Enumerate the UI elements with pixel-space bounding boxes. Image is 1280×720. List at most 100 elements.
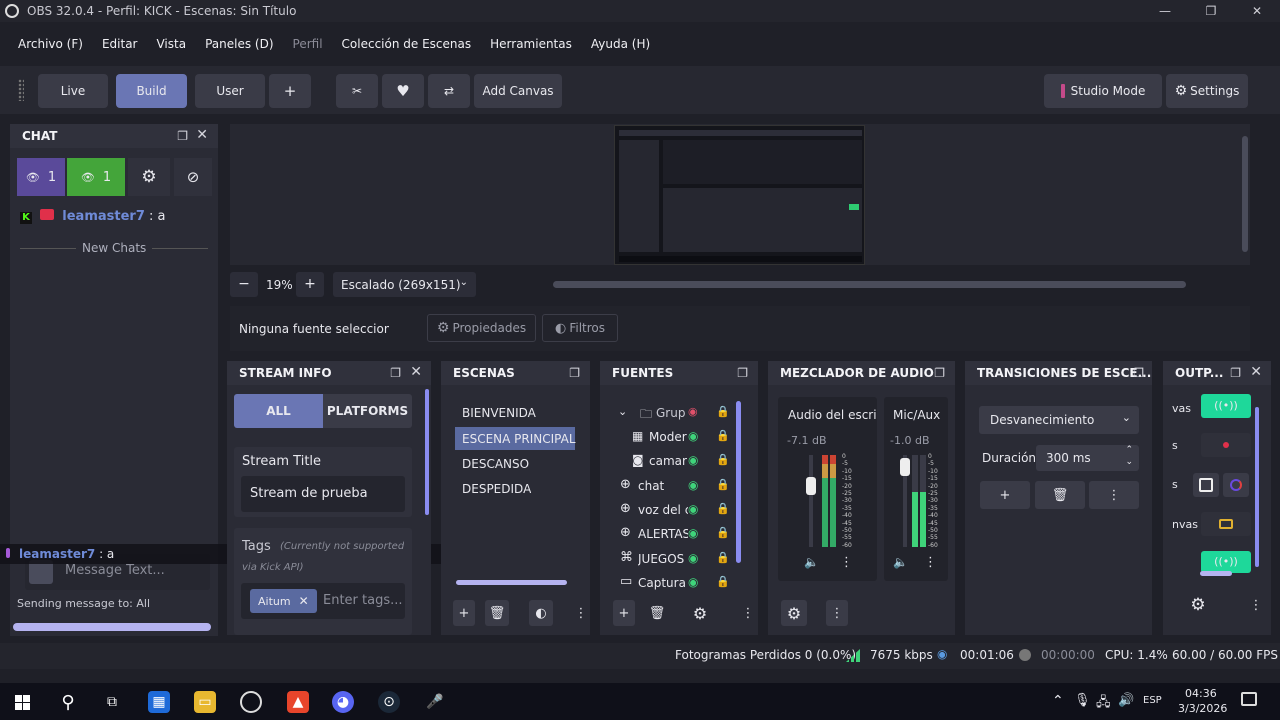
scale-dropdown[interactable]: Escalado (269x151) ⌄	[333, 272, 476, 297]
stream-info-scrollbar[interactable]	[425, 389, 429, 515]
source-item[interactable]: ◙ camara ◉ 🔒	[632, 453, 734, 471]
lock-icon[interactable]: 🔒	[716, 502, 730, 515]
lock-icon[interactable]: 🔒	[716, 429, 730, 442]
add-source-button[interactable]: +	[613, 600, 635, 626]
eye-icon[interactable]: ◉	[688, 429, 698, 443]
close-icon[interactable]: ✕	[410, 364, 422, 380]
transition-dropdown[interactable]: Desvanecimiento ⌄	[979, 406, 1139, 434]
menu-archivo[interactable]: Archivo (F)	[18, 37, 83, 51]
stepper-down-icon[interactable]: ⌄	[1125, 457, 1133, 467]
source-item[interactable]: ⌄ 🗀 Grupo ◉ 🔒	[618, 405, 734, 423]
brave-icon[interactable]: ▲	[287, 691, 309, 713]
transition-more-button[interactable]: ⋮	[1089, 481, 1139, 509]
scene-more-button[interactable]: ⋮	[573, 600, 589, 626]
lock-icon[interactable]: 🔒	[716, 405, 730, 418]
source-more-button[interactable]: ⋮	[740, 600, 756, 626]
eye-icon[interactable]: ◉	[688, 551, 698, 565]
microphone-app-icon[interactable]: 🎤	[424, 691, 446, 713]
studio-mode-button[interactable]: Studio Mode	[1044, 74, 1162, 108]
kebab-icon[interactable]: ⋮	[924, 555, 937, 570]
menu-paneles[interactable]: Paneles (D)	[205, 37, 273, 51]
maximize-button[interactable]: ❐	[1188, 0, 1234, 22]
menu-editar[interactable]: Editar	[102, 37, 138, 51]
volume-slider-handle[interactable]	[900, 458, 910, 476]
user-button[interactable]: User	[195, 74, 265, 108]
eye-icon[interactable]: ◉	[688, 453, 698, 467]
canvas-output-toggle[interactable]	[1201, 512, 1251, 536]
remove-scene-button[interactable]: 🗑	[485, 600, 509, 626]
settings-button[interactable]: ⚙ Settings	[1166, 74, 1248, 108]
source-item[interactable]: ⊕ voz del ch ◉ 🔒	[620, 501, 734, 520]
scissors-button[interactable]: ✂	[336, 74, 378, 108]
store-icon[interactable]: ▦	[148, 691, 170, 713]
scene-item[interactable]: DESPEDIDA	[462, 482, 531, 496]
menu-coleccion[interactable]: Colección de Escenas	[342, 37, 472, 51]
tab-platforms[interactable]: PLATFORMS	[323, 394, 412, 428]
menu-herramientas[interactable]: Herramientas	[490, 37, 572, 51]
mic-tray-icon[interactable]: 🎙	[1074, 693, 1091, 708]
undock-icon[interactable]: ❐	[177, 129, 188, 143]
eye-icon[interactable]: ◉	[688, 478, 698, 492]
undock-icon[interactable]: ❐	[1230, 366, 1241, 380]
volume-icon[interactable]: 🔊	[1118, 693, 1134, 708]
add-tab-button[interactable]: +	[269, 74, 311, 108]
stream-title-input[interactable]: Stream de prueba	[241, 476, 405, 512]
chat-scrollbar[interactable]	[13, 623, 211, 631]
clock-date[interactable]: 3/3/2026	[1178, 702, 1227, 715]
output-toggle-active-2[interactable]: ((•))	[1201, 551, 1251, 573]
source-item[interactable]: ▭ Captura d ◉ 🔒	[620, 574, 734, 593]
remove-transition-button[interactable]: 🗑	[1035, 481, 1085, 509]
live-button[interactable]: Live	[38, 74, 108, 108]
lock-icon[interactable]: 🔒	[716, 551, 730, 564]
source-item[interactable]: ⊕ chat ◉ 🔒	[620, 477, 734, 496]
remove-source-button[interactable]: 🗑	[646, 600, 668, 626]
discord-icon[interactable]: ◕	[332, 691, 354, 713]
task-view-icon[interactable]: ⧉	[101, 691, 123, 713]
steam-icon[interactable]: ⊙	[378, 691, 400, 713]
undock-icon[interactable]: ❐	[569, 366, 580, 380]
add-scene-button[interactable]: +	[453, 600, 475, 626]
scene-item-selected[interactable]: ESCENA PRINCIPAL	[455, 427, 576, 450]
speaker-icon[interactable]: 🔈	[804, 555, 819, 569]
duration-input[interactable]: 300 ms ⌃ ⌄	[1036, 445, 1139, 471]
file-explorer-icon[interactable]: ▭	[194, 691, 216, 713]
outputs-scrollbar[interactable]	[1255, 407, 1259, 567]
undock-icon[interactable]: ❐	[1133, 366, 1144, 380]
undock-icon[interactable]: ❐	[934, 366, 945, 380]
undock-icon[interactable]: ❐	[737, 366, 748, 380]
eye-icon[interactable]: ◉	[688, 526, 698, 540]
output-toggle-active[interactable]: ((•))	[1201, 394, 1251, 418]
notification-icon[interactable]	[1241, 692, 1257, 706]
sources-scrollbar[interactable]	[736, 401, 741, 563]
lock-icon[interactable]: 🔒	[716, 453, 730, 466]
viewers-badge-purple[interactable]: 👁 1	[17, 158, 65, 196]
menu-perfil[interactable]: Perfil	[293, 37, 323, 51]
preview-hscrollbar[interactable]	[553, 281, 1186, 288]
properties-button[interactable]: ⚙ Propiedades	[427, 314, 536, 342]
close-icon[interactable]: ✕	[1250, 364, 1262, 380]
heart-button[interactable]: ♥	[382, 74, 424, 108]
undock-icon[interactable]: ❐	[390, 366, 401, 380]
vcam-source-toggle[interactable]	[1223, 473, 1249, 497]
scene-filters-button[interactable]: ◐	[529, 600, 553, 626]
zoom-in-button[interactable]: +	[296, 272, 324, 297]
preview-area[interactable]	[230, 124, 1250, 265]
search-icon[interactable]: ⚲	[57, 691, 79, 713]
chevron-up-icon[interactable]: ⌃	[1052, 693, 1064, 709]
close-button[interactable]: ✕	[1234, 0, 1280, 22]
lock-icon[interactable]: 🔒	[716, 526, 730, 539]
preview-scrollbar[interactable]	[1242, 136, 1248, 252]
filters-button[interactable]: ◐ Filtros	[542, 314, 618, 342]
lock-icon[interactable]: 🔒	[716, 478, 730, 491]
drag-handle-icon[interactable]	[18, 79, 24, 101]
scene-item[interactable]: DESCANSO	[462, 457, 529, 471]
outputs-settings-button[interactable]: ⚙	[1183, 592, 1213, 618]
menu-ayuda[interactable]: Ayuda (H)	[591, 37, 650, 51]
obs-taskbar-icon[interactable]	[240, 691, 262, 713]
chat-settings-button[interactable]: ⚙	[128, 158, 170, 196]
eye-hidden-icon[interactable]: ◉	[688, 405, 698, 418]
close-icon[interactable]: ✕	[196, 127, 208, 143]
source-item[interactable]: ⊕ ALERTAS ◉ 🔒	[620, 525, 734, 544]
source-item[interactable]: ▦ Moderr ◉ 🔒	[632, 429, 734, 447]
viewers-badge-green[interactable]: 👁 1	[67, 158, 125, 196]
